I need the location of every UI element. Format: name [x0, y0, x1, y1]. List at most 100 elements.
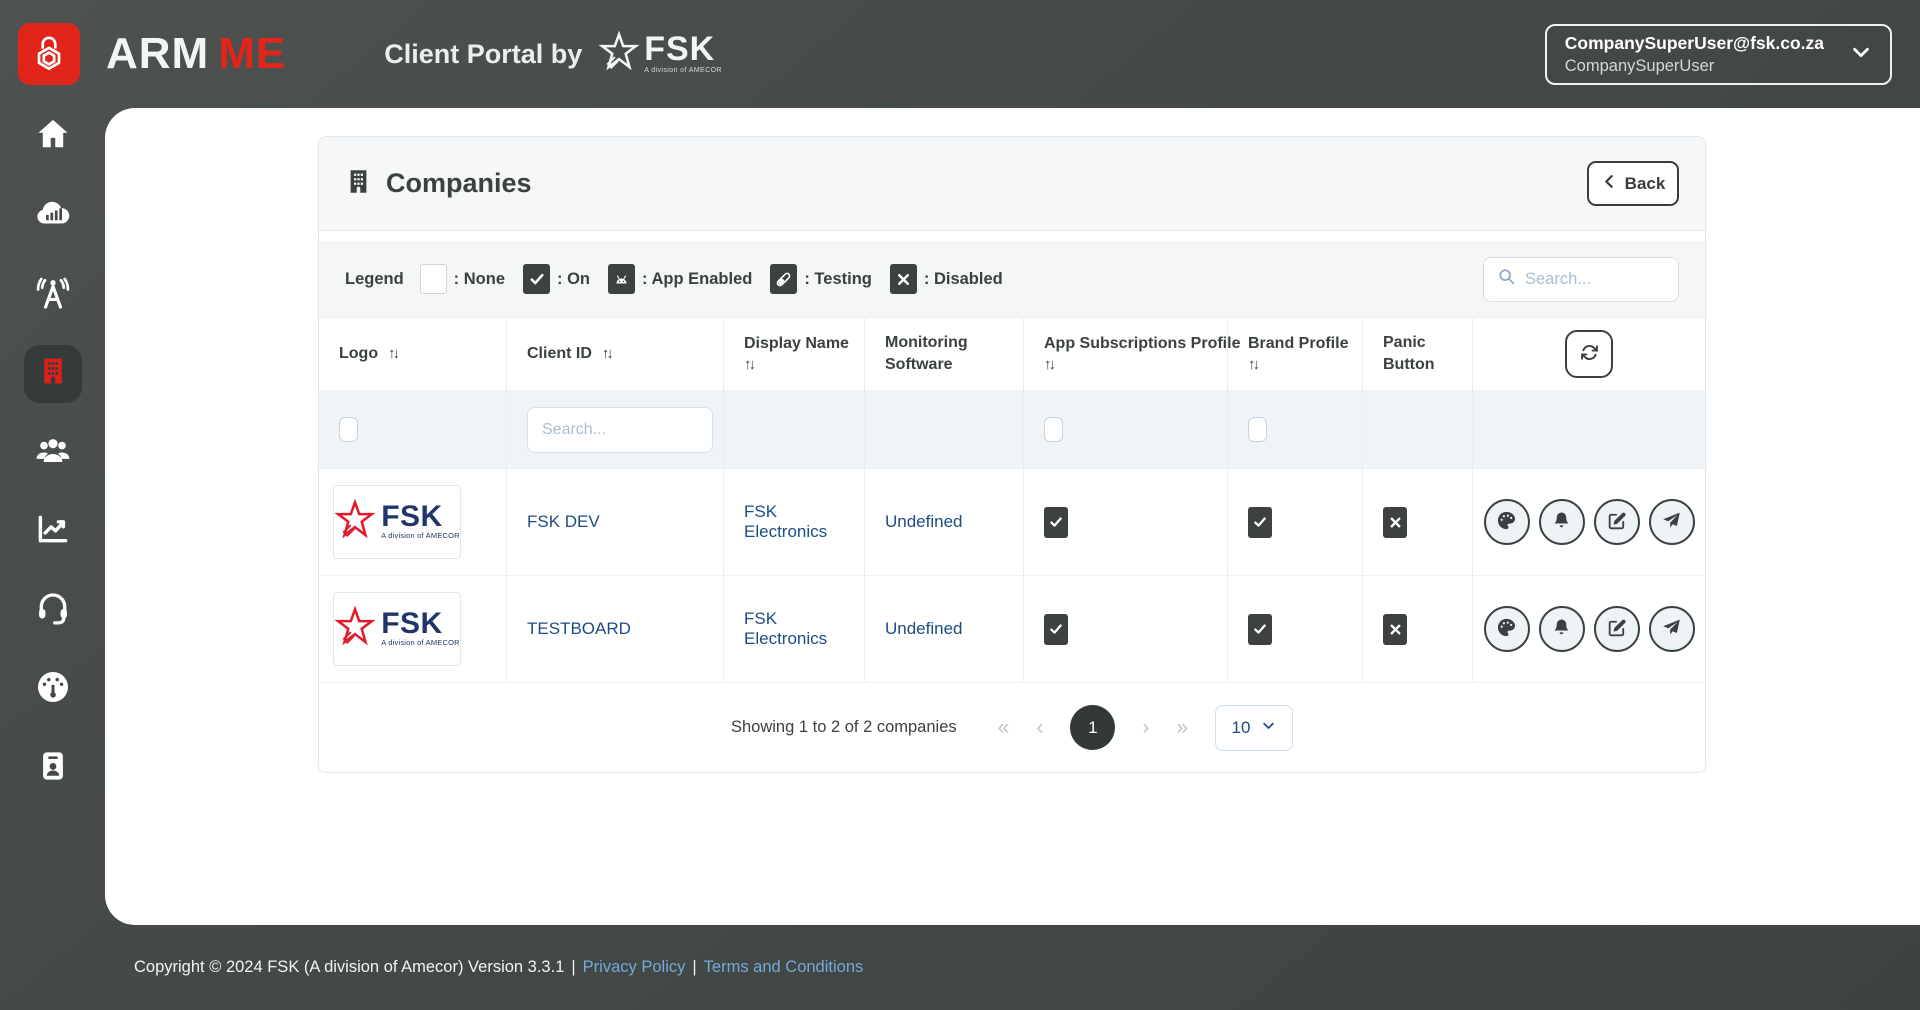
sort-icon[interactable]: ↑↓ — [744, 355, 756, 375]
brand-me: ME — [218, 29, 287, 78]
building-icon — [345, 168, 372, 200]
sidebar-item-monitoring[interactable] — [0, 650, 105, 729]
app-subscriptions-filter-checkbox[interactable] — [1044, 417, 1063, 442]
bell-icon — [1551, 617, 1572, 641]
user-email: CompanySuperUser@fsk.co.za — [1564, 32, 1824, 53]
footer-separator: | — [692, 958, 697, 976]
fsk-tagline: A division of AMECOR — [644, 66, 722, 74]
chevron-down-icon — [1261, 718, 1276, 738]
sort-icon[interactable]: ↑↓ — [602, 344, 614, 364]
back-label: Back — [1624, 173, 1666, 193]
column-header-actions — [1472, 318, 1705, 390]
companies-panel-header: Companies Back — [319, 137, 1705, 231]
check-icon — [523, 264, 551, 294]
display-name-link[interactable]: FSK Electronics — [744, 502, 864, 542]
fsk-star-icon — [334, 605, 376, 653]
company-logo: FSK A division of AMECOR — [333, 485, 461, 559]
first-page-button[interactable]: « — [998, 716, 1010, 740]
footer: Copyright © 2024 FSK (A division of Amec… — [0, 925, 1920, 1010]
send-button[interactable] — [1648, 606, 1695, 652]
table-header-row: Logo ↑↓ Client ID ↑↓ Display Name ↑↓ Mon… — [319, 317, 1705, 391]
company-logo: FSK A division of AMECOR — [333, 592, 461, 666]
brand-palette-button[interactable] — [1483, 499, 1530, 545]
client-id-filter — [527, 406, 713, 453]
chevron-down-icon — [1850, 41, 1872, 68]
notifications-button[interactable] — [1538, 606, 1585, 652]
pagination-summary: Showing 1 to 2 of 2 companies — [730, 718, 957, 736]
client-id-link[interactable]: FSK DEV — [527, 512, 600, 532]
display-name-link[interactable]: FSK Electronics — [744, 609, 864, 649]
gauge-icon — [35, 669, 71, 710]
companies-building-icon — [38, 356, 68, 391]
sidebar-item-transmitters[interactable] — [0, 255, 105, 334]
palette-icon — [1495, 509, 1518, 535]
paper-plane-icon — [1661, 510, 1682, 534]
brand-palette-button[interactable] — [1483, 606, 1530, 652]
edit-button[interactable] — [1593, 499, 1640, 545]
copyright-text: Copyright © 2024 FSK (A division of Amec… — [134, 958, 565, 976]
last-page-button[interactable]: » — [1176, 716, 1188, 740]
notifications-button[interactable] — [1538, 499, 1585, 545]
sort-icon[interactable]: ↑↓ — [1248, 355, 1260, 375]
column-header-logo: Logo ↑↓ — [339, 344, 400, 364]
panic-button-status-disabled[interactable] — [1383, 613, 1407, 645]
sidebar-active-highlight — [23, 344, 82, 403]
previous-page-button[interactable]: ‹ — [1036, 716, 1043, 740]
column-header-monitoring-software: Monitoring Software — [864, 318, 1023, 390]
broadcast-tower-icon — [34, 273, 72, 316]
sort-icon[interactable]: ↑↓ — [1044, 355, 1056, 375]
send-button[interactable] — [1648, 499, 1695, 545]
table-search — [1483, 256, 1679, 302]
palette-icon — [1495, 616, 1518, 642]
brand-arm: ARM — [106, 29, 210, 78]
fsk-star-icon — [334, 498, 376, 546]
privacy-policy-link[interactable]: Privacy Policy — [583, 958, 686, 977]
table-filter-row — [319, 391, 1705, 469]
legend-item-disabled: : Disabled — [889, 264, 1003, 294]
sidebar-item-support[interactable] — [0, 571, 105, 650]
refresh-button[interactable] — [1565, 330, 1613, 378]
pagination: Showing 1 to 2 of 2 companies « ‹ 1 › » … — [319, 683, 1705, 772]
id-card-icon — [36, 749, 70, 788]
user-menu-button[interactable]: CompanySuperUser@fsk.co.za CompanySuperU… — [1544, 23, 1892, 85]
table-row: FSK A division of AMECOR TESTBOARD FSK E… — [319, 576, 1705, 683]
sidebar-item-contacts[interactable] — [0, 729, 105, 808]
app-subscriptions-status-on[interactable] — [1044, 506, 1068, 538]
brand-profile-status-on[interactable] — [1248, 506, 1272, 538]
home-icon — [35, 116, 71, 157]
client-id-filter-input[interactable] — [542, 420, 698, 439]
portal-title: Client Portal by — [384, 38, 583, 69]
back-button[interactable]: Back — [1587, 161, 1679, 206]
brand-profile-status-on[interactable] — [1248, 613, 1272, 645]
sidebar-item-users[interactable] — [0, 413, 105, 492]
chevron-left-icon — [1601, 173, 1618, 195]
app-subscriptions-status-on[interactable] — [1044, 613, 1068, 645]
refresh-icon — [1579, 342, 1600, 366]
client-id-link[interactable]: TESTBOARD — [527, 619, 631, 639]
fsk-star-icon — [598, 30, 640, 78]
brand-profile-filter-checkbox[interactable] — [1248, 417, 1267, 442]
page-size-select[interactable]: 10 — [1215, 704, 1294, 751]
search-input[interactable] — [1525, 269, 1665, 289]
edit-icon — [1606, 617, 1628, 642]
logo-filter-checkbox[interactable] — [339, 417, 358, 442]
sidebar-item-companies[interactable] — [0, 334, 105, 413]
monitoring-software-link[interactable]: Undefined — [885, 512, 963, 532]
monitoring-software-link[interactable]: Undefined — [885, 619, 963, 639]
terms-link[interactable]: Terms and Conditions — [704, 958, 864, 977]
edit-button[interactable] — [1593, 606, 1640, 652]
main-content-card: Companies Back Legend : None : On: App … — [105, 108, 1920, 925]
sidebar-item-cloud-stats[interactable] — [0, 176, 105, 255]
legend-item-testing: : Testing — [770, 264, 872, 294]
sidebar-item-home[interactable] — [0, 97, 105, 176]
table-row: FSK A division of AMECOR FSK DEV FSK Ele… — [319, 469, 1705, 576]
panic-button-status-disabled[interactable] — [1383, 506, 1407, 538]
brand-wordmark: ARM ME — [106, 29, 286, 79]
sidebar-item-reports[interactable] — [0, 492, 105, 571]
edit-icon — [1606, 510, 1628, 535]
current-page-button[interactable]: 1 — [1070, 705, 1116, 750]
user-name: CompanySuperUser — [1564, 56, 1715, 75]
headset-icon — [34, 589, 72, 632]
next-page-button[interactable]: › — [1142, 716, 1149, 740]
sort-icon[interactable]: ↑↓ — [388, 344, 400, 364]
